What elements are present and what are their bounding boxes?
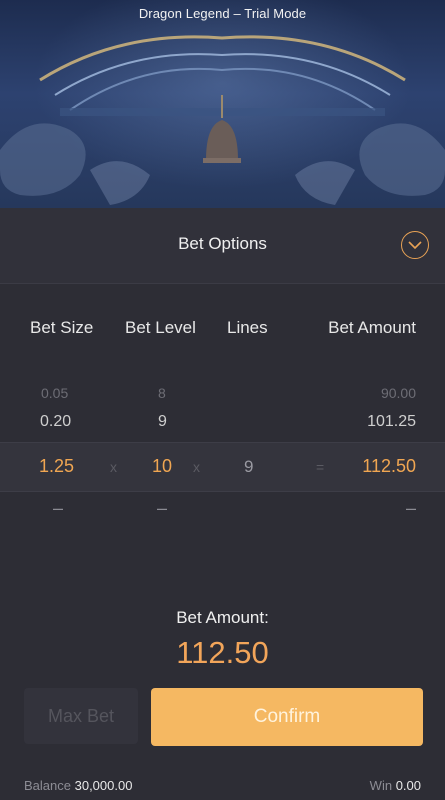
bet-amount-label: Bet Amount:	[176, 608, 269, 627]
bet-level-option[interactable]: 9	[158, 413, 167, 431]
multiply-sign: x	[110, 459, 117, 475]
chevron-down-icon	[408, 241, 422, 250]
selected-lines: 9	[244, 457, 254, 476]
game-title: Dragon Legend – Trial Mode	[138, 6, 307, 21]
max-bet-button[interactable]: Max Bet	[24, 688, 138, 744]
confirm-button[interactable]: Confirm	[151, 688, 423, 746]
balance-value: 30,000.00	[74, 778, 133, 793]
balance-label: Balance	[24, 778, 71, 793]
col-bet-size: Bet Size	[30, 318, 94, 337]
bet-level-option[interactable]: 8	[158, 385, 166, 401]
selected-bet-size[interactable]: 1.25	[39, 456, 74, 477]
bet-amount-value: 112.50	[176, 635, 269, 670]
temple-artwork	[0, 35, 445, 205]
win-value: 0.00	[395, 778, 421, 793]
bet-size-option[interactable]: 0.05	[41, 385, 68, 401]
selected-bet-level[interactable]: 10	[152, 456, 172, 477]
bet-options-panel: Bet Options Bet Size Bet Level Lines Bet…	[0, 208, 445, 800]
panel-title: Bet Options	[178, 234, 267, 253]
bet-size-option[interactable]: –	[53, 498, 63, 519]
bet-amount-option[interactable]: 90.00	[381, 385, 416, 401]
bet-amount-option[interactable]: 101.25	[367, 413, 416, 431]
bet-amount-option[interactable]: –	[406, 498, 416, 519]
equals-sign: =	[316, 459, 325, 475]
game-banner: Dragon Legend – Trial Mode	[0, 0, 445, 208]
col-bet-level: Bet Level	[125, 318, 196, 337]
col-lines: Lines	[227, 318, 268, 337]
win-label: Win	[369, 778, 393, 793]
status-footer: Balance 30,000.00 Win 0.00	[0, 776, 445, 800]
panel-header: Bet Options	[0, 208, 445, 284]
multiply-sign: x	[193, 459, 200, 475]
selected-bet-amount: 112.50	[362, 456, 416, 476]
col-bet-amount: Bet Amount	[328, 318, 416, 337]
bet-level-option[interactable]: –	[157, 498, 167, 519]
collapse-button[interactable]	[401, 231, 429, 259]
bet-size-option[interactable]: 0.20	[40, 413, 71, 431]
